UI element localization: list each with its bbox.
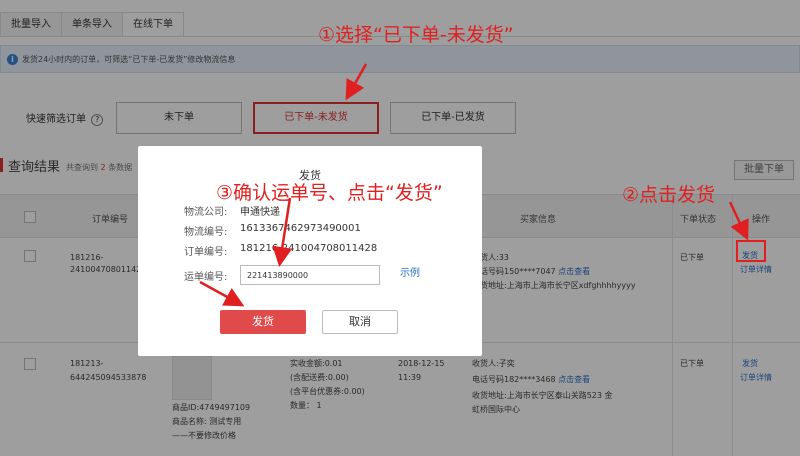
carrier-value: 申通快递	[240, 207, 280, 218]
step1-annotation: ①选择“已下单-未发货”	[318, 24, 514, 46]
ship-highlight-box	[736, 240, 766, 262]
cancel-button[interactable]: 取消	[322, 310, 398, 334]
logistics-no-value: 1613367462973490001	[240, 223, 361, 234]
example-link[interactable]: 示例	[400, 264, 420, 279]
step2-annotation: ②点击发货	[622, 184, 716, 206]
order-no-label: 订单编号:	[184, 247, 228, 258]
confirm-ship-button[interactable]: 发货	[220, 310, 306, 334]
logistics-no-label: 物流编号:	[184, 227, 228, 238]
carrier-label: 物流公司:	[184, 207, 228, 218]
order-no-value: 181216-241004708011428	[240, 243, 378, 254]
step3-annotation: ③确认运单号、点击“发货”	[216, 182, 443, 204]
waybill-no-label: 运单编号:	[184, 272, 228, 283]
waybill-no-input[interactable]	[240, 265, 380, 285]
